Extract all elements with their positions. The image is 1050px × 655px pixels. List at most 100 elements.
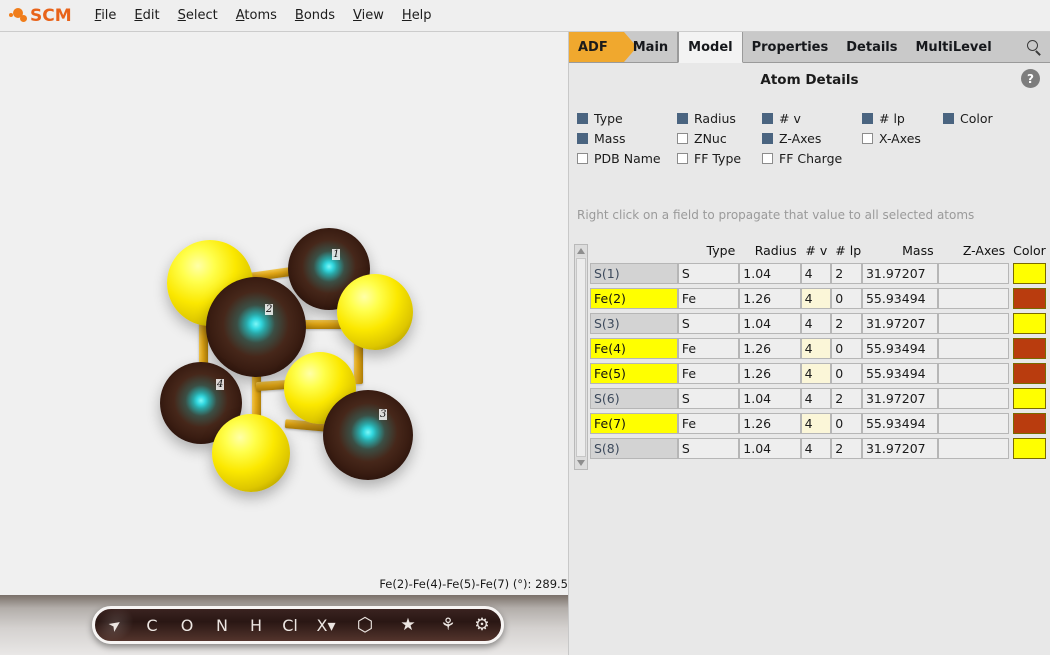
checkbox-color[interactable]: Color: [943, 111, 1023, 126]
cell-color-swatch[interactable]: [1013, 313, 1046, 334]
checkbox-ff-type[interactable]: FF Type: [677, 151, 762, 166]
tool-oxygen[interactable]: O: [169, 609, 205, 641]
cell-radius[interactable]: 1.26: [739, 413, 800, 434]
cell-z-axes[interactable]: [938, 413, 1010, 434]
cell-mass[interactable]: 31.97207: [862, 388, 938, 409]
cell-num-lone-pairs[interactable]: 2: [831, 388, 862, 409]
cell-num-valence[interactable]: 4: [801, 363, 832, 384]
table-row[interactable]: S(3)S1.044231.97207: [590, 311, 1046, 336]
cell-num-lone-pairs[interactable]: 0: [831, 288, 862, 309]
cell-radius[interactable]: 1.04: [739, 313, 800, 334]
cell-color-swatch[interactable]: [1013, 413, 1046, 434]
cell-atom-name[interactable]: Fe(4): [590, 338, 678, 359]
scroll-up-button[interactable]: [575, 245, 587, 257]
cell-atom-name[interactable]: Fe(5): [590, 363, 678, 384]
cell-atom-name[interactable]: Fe(2): [590, 288, 678, 309]
cell-type[interactable]: Fe: [678, 363, 739, 384]
table-row[interactable]: Fe(5)Fe1.264055.93494: [590, 361, 1046, 386]
cell-num-valence[interactable]: 4: [801, 438, 832, 459]
table-row[interactable]: S(8)S1.044231.97207: [590, 436, 1046, 461]
molecule-render[interactable]: 1 2 4 3: [0, 32, 568, 595]
table-row[interactable]: Fe(4)Fe1.264055.93494: [590, 336, 1046, 361]
cell-type[interactable]: Fe: [678, 413, 739, 434]
cell-z-axes[interactable]: [938, 388, 1010, 409]
column-header-type[interactable]: Type: [678, 240, 739, 261]
atom-sulfur[interactable]: [212, 414, 290, 492]
scrollbar-thumb[interactable]: [576, 258, 586, 457]
help-icon[interactable]: ?: [1021, 69, 1040, 88]
cell-atom-name[interactable]: Fe(7): [590, 413, 678, 434]
cell-num-valence[interactable]: 4: [801, 313, 832, 334]
cell-color-swatch[interactable]: [1013, 388, 1046, 409]
column-header-lp[interactable]: # lp: [831, 240, 862, 261]
cell-num-lone-pairs[interactable]: 0: [831, 338, 862, 359]
cell-radius[interactable]: 1.04: [739, 388, 800, 409]
cell-z-axes[interactable]: [938, 438, 1010, 459]
cell-type[interactable]: S: [678, 388, 739, 409]
checkbox-x-axes[interactable]: X-Axes: [862, 131, 943, 146]
checkbox-ff-charge[interactable]: FF Charge: [762, 151, 862, 166]
cell-radius[interactable]: 1.04: [739, 263, 800, 284]
cell-num-valence[interactable]: 4: [801, 413, 832, 434]
menu-item-view[interactable]: View: [344, 5, 393, 26]
tool-settings[interactable]: ⚙: [465, 609, 499, 641]
cell-num-valence[interactable]: 4: [801, 338, 832, 359]
molecule-viewport[interactable]: 1 2 4 3 Fe(2)-Fe(4)-Fe(5)-Fe(7) (°): 289…: [0, 32, 568, 595]
cell-num-lone-pairs[interactable]: 0: [831, 363, 862, 384]
menu-item-edit[interactable]: Edit: [125, 5, 168, 26]
cell-num-lone-pairs[interactable]: 2: [831, 263, 862, 284]
tab-properties[interactable]: Properties: [743, 32, 838, 62]
tool-magic-wand[interactable]: ⚘: [431, 609, 465, 641]
cell-type[interactable]: Fe: [678, 288, 739, 309]
menu-item-atoms[interactable]: Atoms: [227, 5, 286, 26]
checkbox-z-axes[interactable]: Z-Axes: [762, 131, 862, 146]
cell-z-axes[interactable]: [938, 338, 1010, 359]
cell-color-swatch[interactable]: [1013, 438, 1046, 459]
tab-model[interactable]: Model: [678, 32, 742, 63]
menu-item-select[interactable]: Select: [169, 5, 227, 26]
tool-benzene-ring[interactable]: ⬡: [345, 609, 385, 641]
tab-details[interactable]: Details: [837, 32, 906, 62]
cell-mass[interactable]: 55.93494: [862, 413, 938, 434]
table-scrollbar[interactable]: [574, 244, 588, 470]
cell-num-lone-pairs[interactable]: 2: [831, 313, 862, 334]
cell-radius[interactable]: 1.26: [739, 363, 800, 384]
tool-carbon[interactable]: C: [135, 609, 169, 641]
cell-mass[interactable]: 31.97207: [862, 438, 938, 459]
checkbox-lp[interactable]: # lp: [862, 111, 943, 126]
atom-sulfur[interactable]: [337, 274, 413, 350]
tab-multilevel[interactable]: MultiLevel: [907, 32, 1001, 62]
cell-atom-name[interactable]: S(6): [590, 388, 678, 409]
cell-mass[interactable]: 55.93494: [862, 338, 938, 359]
checkbox-znuc[interactable]: ZNuc: [677, 131, 762, 146]
cell-type[interactable]: S: [678, 313, 739, 334]
cell-radius[interactable]: 1.04: [739, 438, 800, 459]
checkbox-type[interactable]: Type: [577, 111, 677, 126]
cell-atom-name[interactable]: S(3): [590, 313, 678, 334]
table-row[interactable]: Fe(2)Fe1.264055.93494: [590, 286, 1046, 311]
search-button[interactable]: [1027, 32, 1042, 63]
cell-type[interactable]: S: [678, 438, 739, 459]
cell-mass[interactable]: 31.97207: [862, 263, 938, 284]
tool-other-element[interactable]: X▾: [307, 609, 345, 641]
checkbox-pdb-name[interactable]: PDB Name: [577, 151, 677, 166]
cell-num-valence[interactable]: 4: [801, 263, 832, 284]
tool-hydrogen[interactable]: H: [239, 609, 273, 641]
cell-mass[interactable]: 31.97207: [862, 313, 938, 334]
tool-nitrogen[interactable]: N: [205, 609, 239, 641]
cell-z-axes[interactable]: [938, 288, 1010, 309]
cell-color-swatch[interactable]: [1013, 363, 1046, 384]
cell-atom-name[interactable]: S(1): [590, 263, 678, 284]
column-header-z-axes[interactable]: Z-Axes: [938, 240, 1010, 261]
cell-z-axes[interactable]: [938, 313, 1010, 334]
cell-mass[interactable]: 55.93494: [862, 363, 938, 384]
tab-adf[interactable]: ADF: [569, 32, 624, 62]
cell-color-swatch[interactable]: [1013, 338, 1046, 359]
column-header-color[interactable]: Color: [1009, 240, 1046, 261]
scroll-down-button[interactable]: [575, 457, 587, 469]
table-row[interactable]: Fe(7)Fe1.264055.93494: [590, 411, 1046, 436]
checkbox-v[interactable]: # v: [762, 111, 862, 126]
checkbox-mass[interactable]: Mass: [577, 131, 677, 146]
tool-select-arrow[interactable]: ➤: [89, 600, 140, 649]
checkbox-radius[interactable]: Radius: [677, 111, 762, 126]
